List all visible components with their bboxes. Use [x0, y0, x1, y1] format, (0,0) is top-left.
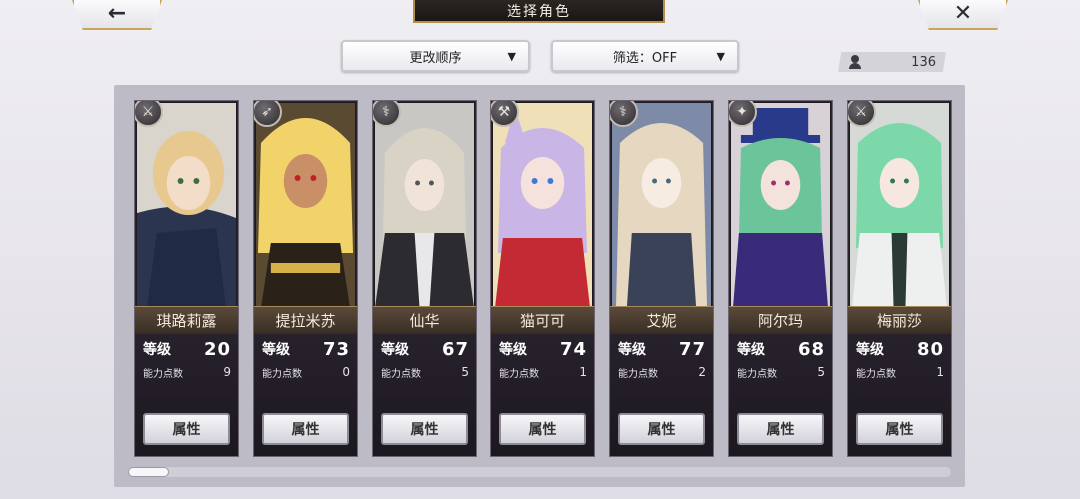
points-value: 1	[579, 365, 587, 379]
character-portrait	[731, 103, 830, 308]
character-portrait	[375, 103, 474, 308]
attribute-button[interactable]: 属性	[499, 413, 586, 445]
level-value: 68	[797, 338, 825, 360]
points-value: 9	[223, 365, 231, 379]
points-value: 0	[342, 365, 350, 379]
character-card[interactable]: ⚕ 艾妮 等级 77 能力点数 2 属性	[609, 100, 714, 457]
user-icon	[848, 55, 862, 69]
character-card[interactable]: ⚕ 仙华 等级 67 能力点数 5 属性	[372, 100, 477, 457]
character-name: 猫可可	[491, 306, 594, 334]
character-portrait	[137, 103, 236, 308]
attribute-button[interactable]: 属性	[856, 413, 943, 445]
character-card[interactable]: ➶ 提拉米苏 等级 73 能力点数 0 属性	[253, 100, 358, 457]
level-value: 20	[203, 338, 231, 360]
character-name: 艾妮	[610, 306, 713, 334]
points-label: 能力点数	[143, 368, 183, 380]
level-value: 80	[916, 338, 944, 360]
character-name: 阿尔玛	[729, 306, 832, 334]
character-card[interactable]: ⚒ 猫可可 等级 74 能力点数 1 属性	[490, 100, 595, 457]
character-name: 提拉米苏	[254, 306, 357, 334]
close-icon: ✕	[953, 1, 973, 26]
points-value: 1	[936, 365, 944, 379]
chevron-down-icon: ▼	[716, 50, 725, 63]
character-card[interactable]: ⚔ 梅丽莎 等级 80 能力点数 1 属性	[847, 100, 952, 457]
horizontal-scrollbar[interactable]	[128, 467, 951, 477]
scrollbar-thumb[interactable]	[128, 467, 169, 477]
points-label: 能力点数	[856, 368, 896, 380]
filter-dropdown[interactable]: 筛选：OFF ▼	[551, 40, 739, 72]
character-name: 仙华	[373, 306, 476, 334]
level-label: 等级	[262, 342, 290, 358]
points-label: 能力点数	[499, 368, 539, 380]
character-portrait	[612, 103, 711, 308]
attribute-button[interactable]: 属性	[737, 413, 824, 445]
level-label: 等级	[499, 342, 527, 358]
attribute-button[interactable]: 属性	[143, 413, 230, 445]
attribute-button[interactable]: 属性	[381, 413, 468, 445]
level-value: 73	[322, 338, 350, 360]
level-label: 等级	[737, 342, 765, 358]
close-button[interactable]: ✕	[918, 0, 1008, 30]
attribute-button[interactable]: 属性	[262, 413, 349, 445]
back-button[interactable]: ←	[72, 0, 162, 30]
points-label: 能力点数	[262, 368, 302, 380]
page-title: 选择角色	[413, 0, 665, 23]
points-value: 2	[698, 365, 706, 379]
character-count: 136	[911, 54, 936, 70]
attribute-button[interactable]: 属性	[618, 413, 705, 445]
level-value: 74	[559, 338, 587, 360]
character-card[interactable]: ⚔ 琪路莉露 等级 20 能力点数 9 属性	[134, 100, 239, 457]
level-label: 等级	[856, 342, 884, 358]
chevron-down-icon: ▼	[507, 50, 516, 63]
points-value: 5	[817, 365, 825, 379]
character-portrait	[493, 103, 592, 308]
filter-label: 筛选：OFF	[612, 50, 678, 66]
points-value: 5	[461, 365, 469, 379]
character-card[interactable]: ✦ 阿尔玛 等级 68 能力点数 5 属性	[728, 100, 833, 457]
points-label: 能力点数	[381, 368, 421, 380]
level-label: 等级	[618, 342, 646, 358]
back-arrow-icon: ←	[107, 1, 127, 26]
level-value: 77	[678, 338, 706, 360]
character-portrait	[256, 103, 355, 308]
points-label: 能力点数	[737, 368, 777, 380]
character-portrait	[850, 103, 949, 308]
character-count-box: 136	[838, 52, 946, 72]
character-name: 琪路莉露	[135, 306, 238, 334]
character-name: 梅丽莎	[848, 306, 951, 334]
sort-order-dropdown[interactable]: 更改顺序 ▼	[341, 40, 530, 72]
sort-order-label: 更改顺序	[409, 50, 462, 66]
points-label: 能力点数	[618, 368, 658, 380]
level-value: 67	[441, 338, 469, 360]
level-label: 等级	[143, 342, 171, 358]
level-label: 等级	[381, 342, 409, 358]
